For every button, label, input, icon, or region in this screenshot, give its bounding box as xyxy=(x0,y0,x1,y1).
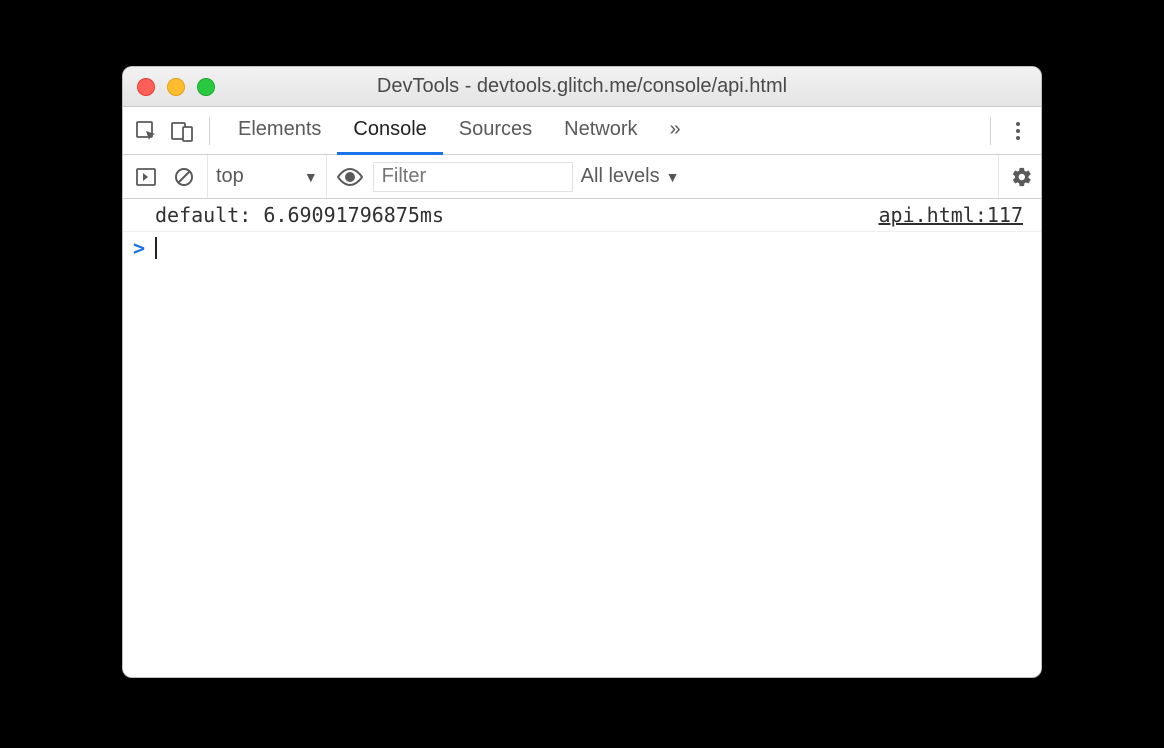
prompt-chevron-icon: > xyxy=(133,236,145,260)
clear-console-icon[interactable] xyxy=(169,162,199,192)
window-minimize-button[interactable] xyxy=(167,78,185,96)
window-close-button[interactable] xyxy=(137,78,155,96)
console-log-row[interactable]: default: 6.69091796875ms api.html:117 xyxy=(123,199,1041,232)
divider xyxy=(990,117,991,145)
live-expression-icon[interactable] xyxy=(335,162,365,192)
filter-input[interactable] xyxy=(373,162,573,192)
more-options-icon[interactable] xyxy=(1003,116,1033,146)
console-output: default: 6.69091796875ms api.html:117 > xyxy=(123,199,1041,677)
panel-tabs: Elements Console Sources Network xyxy=(222,107,654,154)
log-levels-selector[interactable]: All levels ▼ xyxy=(581,165,680,188)
device-toolbar-icon[interactable] xyxy=(167,116,197,146)
tab-sources[interactable]: Sources xyxy=(443,107,548,155)
inspect-element-icon[interactable] xyxy=(131,116,161,146)
window-title: DevTools - devtools.glitch.me/console/ap… xyxy=(377,75,787,98)
log-message: default: 6.69091796875ms xyxy=(155,203,444,227)
tab-network[interactable]: Network xyxy=(548,107,653,155)
context-selector-label: top xyxy=(216,165,244,188)
text-caret xyxy=(155,237,157,259)
traffic-lights xyxy=(137,78,215,96)
divider xyxy=(209,117,210,145)
panel-tab-bar: Elements Console Sources Network » xyxy=(123,107,1041,155)
dropdown-arrow-icon: ▼ xyxy=(666,169,680,185)
tab-elements[interactable]: Elements xyxy=(222,107,337,155)
devtools-window: DevTools - devtools.glitch.me/console/ap… xyxy=(122,66,1042,678)
log-levels-label: All levels xyxy=(581,165,660,188)
window-zoom-button[interactable] xyxy=(197,78,215,96)
titlebar[interactable]: DevTools - devtools.glitch.me/console/ap… xyxy=(123,67,1041,107)
toggle-sidebar-icon[interactable] xyxy=(131,162,161,192)
console-settings-icon[interactable] xyxy=(998,155,1033,198)
console-prompt[interactable]: > xyxy=(123,232,1041,264)
dropdown-arrow-icon: ▼ xyxy=(304,169,318,185)
tab-console[interactable]: Console xyxy=(337,107,442,155)
log-source-link[interactable]: api.html:117 xyxy=(879,203,1024,227)
console-toolbar: top ▼ All levels ▼ xyxy=(123,155,1041,199)
context-selector[interactable]: top ▼ xyxy=(207,155,327,198)
tabs-overflow-button[interactable]: » xyxy=(660,107,691,155)
